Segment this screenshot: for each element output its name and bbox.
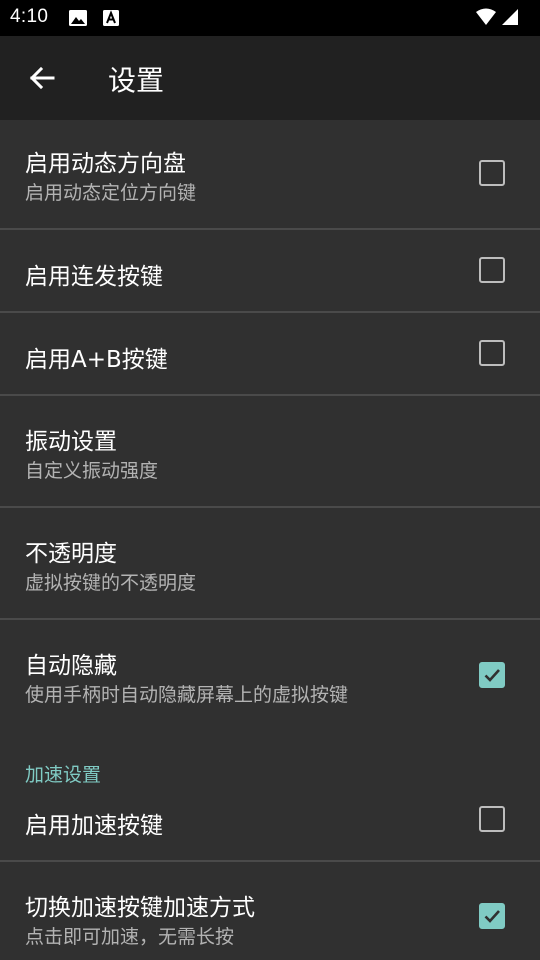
arrow-back-icon[interactable] [26, 62, 58, 94]
checkbox-unchecked[interactable] [479, 257, 505, 283]
app-bar: 设置 [0, 36, 540, 120]
checkbox-unchecked[interactable] [479, 806, 505, 832]
wifi-icon [475, 8, 497, 30]
pref-summary: 点击即可加速，无需长按 [25, 926, 235, 948]
pref-opacity[interactable]: 不透明度 虚拟按键的不透明度 [0, 508, 540, 620]
checkbox-unchecked[interactable] [479, 340, 505, 366]
checkbox-checked[interactable] [479, 903, 505, 929]
pref-auto-hide[interactable]: 自动隐藏 使用手柄时自动隐藏屏幕上的虚拟按键 [0, 620, 540, 732]
check-icon [484, 910, 500, 923]
category-title: 加速设置 [25, 764, 102, 786]
check-icon [484, 669, 500, 682]
image-notification-icon [68, 9, 88, 31]
status-time: 4:10 [10, 6, 49, 27]
checkbox-unchecked[interactable] [479, 160, 505, 186]
pref-ab-buttons[interactable]: 启用A+B按键 [0, 313, 540, 396]
pref-speedup-mode[interactable]: 切换加速按键加速方式 点击即可加速，无需长按 [0, 862, 540, 954]
pref-title: 切换加速按键加速方式 [25, 895, 255, 921]
font-notification-icon [102, 9, 120, 31]
page-title: 设置 [108, 64, 165, 97]
pref-speedup-button[interactable]: 启用加速按键 [0, 788, 540, 862]
signal-icon [501, 8, 519, 30]
pref-summary: 自定义振动强度 [25, 460, 159, 482]
pref-title: 启用动态方向盘 [25, 151, 186, 177]
pref-summary: 使用手柄时自动隐藏屏幕上的虚拟按键 [25, 684, 349, 706]
pref-title: 不透明度 [25, 541, 117, 567]
pref-summary: 虚拟按键的不透明度 [25, 572, 197, 594]
pref-title: 自动隐藏 [25, 653, 117, 679]
pref-turbo-buttons[interactable]: 启用连发按键 [0, 230, 540, 313]
preference-list: 启用动态方向盘 启用动态定位方向键 启用连发按键 启用A+B按键 振动设置 自定… [0, 120, 540, 954]
pref-dynamic-dpad[interactable]: 启用动态方向盘 启用动态定位方向键 [0, 120, 540, 230]
status-bar: 4:10 [0, 0, 540, 36]
pref-vibration[interactable]: 振动设置 自定义振动强度 [0, 396, 540, 508]
pref-title: 振动设置 [25, 429, 117, 455]
checkbox-checked[interactable] [479, 662, 505, 688]
pref-title: 启用连发按键 [25, 264, 163, 290]
pref-title: 启用A+B按键 [25, 347, 168, 373]
pref-summary: 启用动态定位方向键 [25, 182, 197, 204]
category-header: 加速设置 [0, 732, 540, 788]
pref-title: 启用加速按键 [25, 813, 163, 839]
